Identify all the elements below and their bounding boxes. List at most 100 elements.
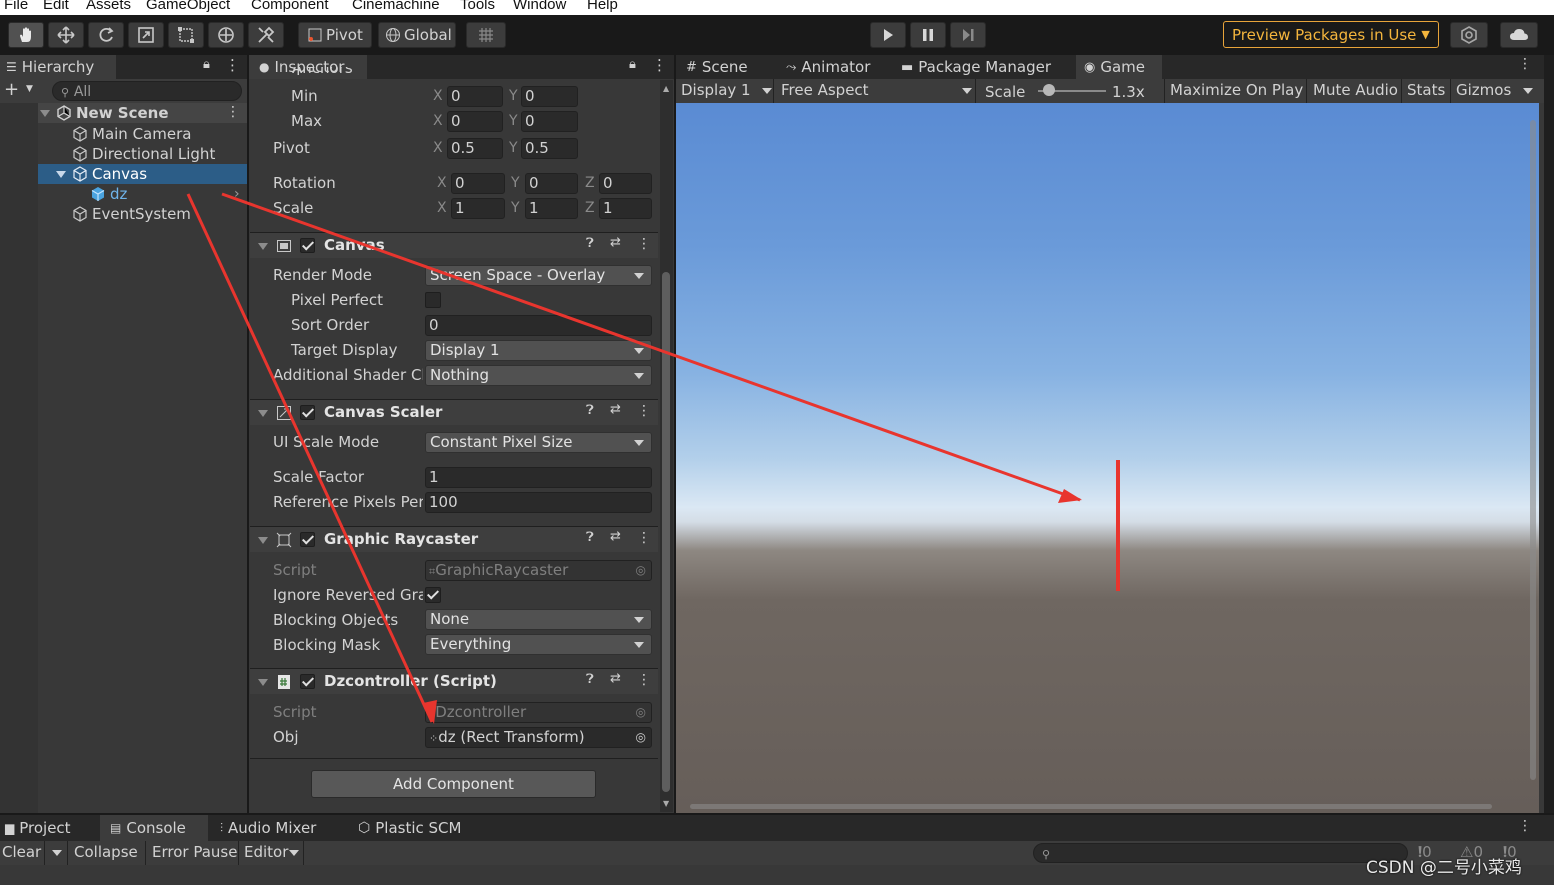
component-menu-icon[interactable]: ⋮ xyxy=(637,530,651,546)
add-component-button[interactable]: Add Component xyxy=(311,770,596,798)
render-mode-dropdown[interactable]: Screen Space - Overlay xyxy=(425,265,652,286)
rotation-z-field[interactable]: 0 xyxy=(599,173,652,194)
lock-icon[interactable]: 🔒︎ xyxy=(629,57,636,72)
ignore-reversed-checkbox[interactable] xyxy=(425,587,441,603)
gizmos-toggle[interactable]: Gizmos xyxy=(1456,81,1511,99)
anchor-max-x-field[interactable]: 0 xyxy=(447,111,503,132)
plastic-scm-button[interactable] xyxy=(1450,22,1488,48)
play-button[interactable] xyxy=(870,22,906,48)
console-search-input[interactable]: ⚲ xyxy=(1033,843,1408,863)
dzcontroller-enabled-checkbox[interactable] xyxy=(300,674,315,689)
tab-animator[interactable]: ⤳ Animator xyxy=(786,55,870,79)
menu-help[interactable]: Help xyxy=(587,0,618,13)
grid-snap-button[interactable] xyxy=(466,22,506,48)
hierarchy-item-dz[interactable]: dz xyxy=(90,185,127,203)
kebab-menu-icon[interactable]: ⋮ xyxy=(652,56,667,74)
collapse-triangle-icon[interactable] xyxy=(258,537,268,544)
expand-triangle-icon[interactable] xyxy=(56,171,66,178)
scene-menu-icon[interactable]: ⋮ xyxy=(226,104,240,120)
display-dropdown[interactable]: Display 1 xyxy=(676,79,774,103)
target-display-dropdown[interactable]: Display 1 xyxy=(425,340,652,361)
editor-dropdown-icon[interactable] xyxy=(289,850,299,856)
game-viewport[interactable] xyxy=(676,103,1539,813)
scale-tool-button[interactable] xyxy=(128,22,164,48)
pixel-perfect-checkbox[interactable] xyxy=(425,292,441,308)
maximize-on-play-toggle[interactable]: Maximize On Play xyxy=(1170,81,1303,99)
ui-scale-mode-dropdown[interactable]: Constant Pixel Size xyxy=(425,432,652,453)
dzcontroller-header[interactable]: Dzcontroller (Script) ❓︎ ⇄ ⋮ xyxy=(250,668,658,694)
collapse-triangle-icon[interactable] xyxy=(258,679,268,686)
kebab-menu-icon[interactable]: ⋮ xyxy=(1518,818,1532,834)
pivot-y-field[interactable]: 0.5 xyxy=(521,138,578,159)
gizmos-dropdown-icon[interactable] xyxy=(1523,88,1533,94)
pivot-x-field[interactable]: 0.5 xyxy=(447,138,503,159)
scale-slider-thumb[interactable] xyxy=(1043,84,1055,96)
clear-options-dropdown-icon[interactable] xyxy=(52,850,62,856)
custom-tools-button[interactable] xyxy=(248,22,284,48)
menu-assets[interactable]: Assets xyxy=(86,0,131,13)
help-icon[interactable]: ❓︎ xyxy=(586,236,594,251)
menu-tools[interactable]: Tools xyxy=(460,0,495,13)
tab-package-manager[interactable]: ▬ Package Manager xyxy=(901,55,1051,79)
blocking-mask-dropdown[interactable]: Everything xyxy=(425,634,652,655)
global-toggle[interactable]: Global xyxy=(378,22,456,48)
stats-toggle[interactable]: Stats xyxy=(1407,81,1445,99)
move-tool-button[interactable] xyxy=(48,22,84,48)
rect-tool-button[interactable] xyxy=(168,22,204,48)
reference-pixels-field[interactable]: 100 xyxy=(425,492,652,513)
help-icon[interactable]: ❓︎ xyxy=(586,672,594,687)
anchor-max-y-field[interactable]: 0 xyxy=(521,111,578,132)
hierarchy-item-main-camera[interactable]: Main Camera xyxy=(72,125,191,143)
chevron-right-icon[interactable]: › xyxy=(234,186,240,202)
preset-icon[interactable]: ⇄ xyxy=(610,402,621,417)
aspect-dropdown[interactable]: Free Aspect xyxy=(776,79,976,103)
editor-dropdown[interactable]: Editor xyxy=(244,843,288,861)
tab-game[interactable]: ◉ Game xyxy=(1076,55,1162,79)
scale-x-field[interactable]: 1 xyxy=(451,198,505,219)
blocking-objects-dropdown[interactable]: None xyxy=(425,609,652,630)
sort-order-field[interactable]: 0 xyxy=(425,315,652,336)
help-icon[interactable]: ❓︎ xyxy=(586,403,594,418)
preset-icon[interactable]: ⇄ xyxy=(610,671,621,686)
menu-file[interactable]: File xyxy=(4,0,28,13)
scroll-down-icon[interactable]: ▼ xyxy=(663,799,669,808)
collapse-triangle-icon[interactable] xyxy=(258,410,268,417)
kebab-menu-icon[interactable]: ⋮ xyxy=(1518,56,1532,72)
mute-audio-toggle[interactable]: Mute Audio xyxy=(1313,81,1398,99)
tab-plastic-scm[interactable]: ⬡ Plastic SCM xyxy=(358,815,461,841)
menu-gameobject[interactable]: GameObject xyxy=(146,0,230,13)
error-pause-toggle[interactable]: Error Pause xyxy=(152,843,237,861)
scale-y-field[interactable]: 1 xyxy=(525,198,578,219)
tab-scene[interactable]: # Scene xyxy=(686,55,748,79)
shader-channels-dropdown[interactable]: Nothing xyxy=(425,365,652,386)
canvas-enabled-checkbox[interactable] xyxy=(300,238,315,253)
hierarchy-search-input[interactable]: ⚲ All xyxy=(52,81,242,101)
anchor-min-x-field[interactable]: 0 xyxy=(447,86,503,107)
kebab-menu-icon[interactable]: ⋮ xyxy=(225,56,240,74)
preset-icon[interactable]: ⇄ xyxy=(610,235,621,250)
transform-tool-button[interactable] xyxy=(208,22,244,48)
hierarchy-item-directional-light[interactable]: Directional Light xyxy=(72,145,215,163)
tab-audio-mixer[interactable]: ⫶ Audio Mixer xyxy=(220,815,316,841)
rotate-tool-button[interactable] xyxy=(88,22,124,48)
component-menu-icon[interactable]: ⋮ xyxy=(637,403,651,419)
component-menu-icon[interactable]: ⋮ xyxy=(637,672,651,688)
clear-button[interactable]: Clear xyxy=(2,843,41,861)
collapse-triangle-icon[interactable] xyxy=(258,243,268,250)
cloud-button[interactable] xyxy=(1500,22,1538,48)
game-horizontal-scrollbar[interactable] xyxy=(690,804,1492,809)
game-vertical-scrollbar[interactable] xyxy=(1530,120,1536,780)
scroll-up-icon[interactable]: ▲ xyxy=(663,84,669,93)
rotation-x-field[interactable]: 0 xyxy=(451,173,505,194)
raycaster-enabled-checkbox[interactable] xyxy=(300,532,315,547)
preset-icon[interactable]: ⇄ xyxy=(610,529,621,544)
collapse-toggle[interactable]: Collapse xyxy=(74,843,138,861)
scale-z-field[interactable]: 1 xyxy=(599,198,652,219)
graphic-raycaster-header[interactable]: Graphic Raycaster ❓︎ ⇄ ⋮ xyxy=(250,526,658,552)
pause-button[interactable] xyxy=(910,22,946,48)
menu-window[interactable]: Window xyxy=(513,0,566,13)
step-button[interactable] xyxy=(950,22,986,48)
add-dropdown-icon[interactable]: ▼ xyxy=(26,84,33,94)
add-icon[interactable]: + xyxy=(4,79,19,100)
tab-hierarchy[interactable]: ☰ Hierarchy xyxy=(0,55,116,79)
